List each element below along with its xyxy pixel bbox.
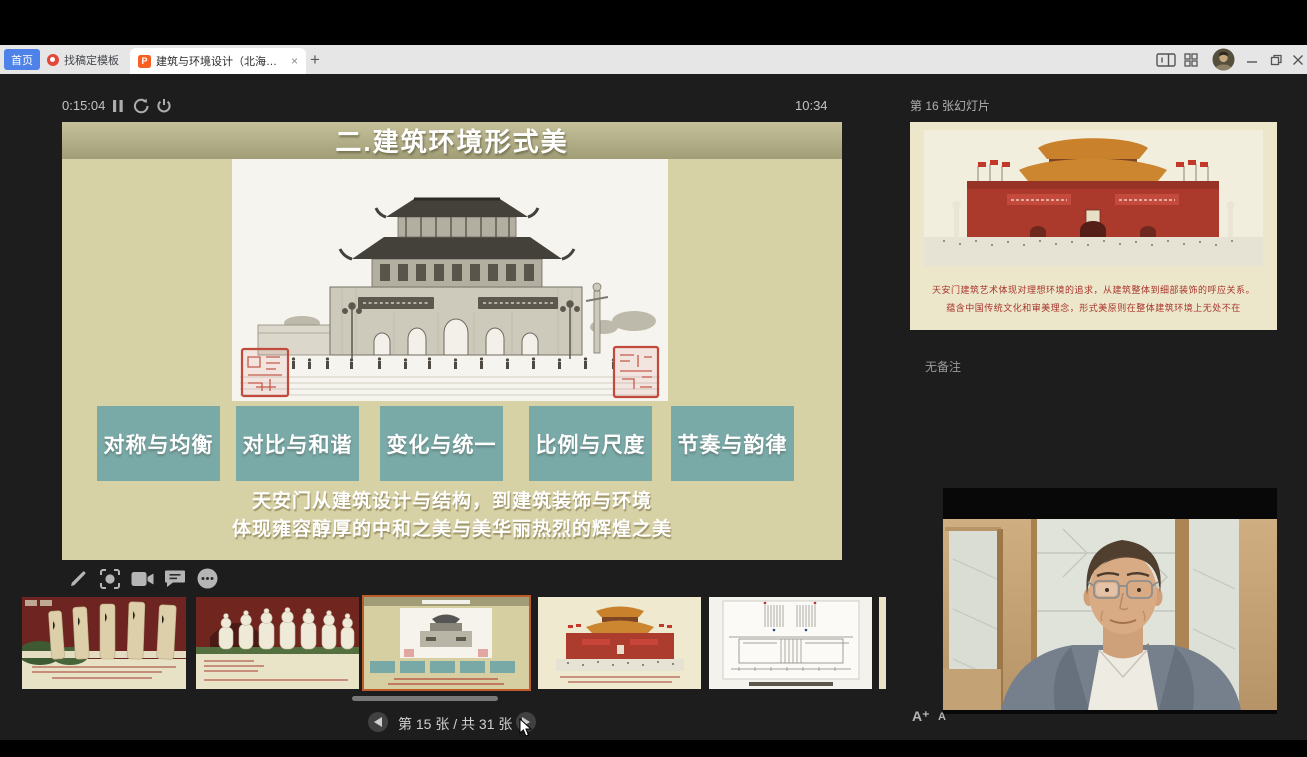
font-decrease-button[interactable]: A [938, 711, 946, 723]
tab-document-label: 建筑与环境设计（北海）(2).pptx [156, 53, 286, 69]
grid-view-icon[interactable] [1184, 45, 1198, 74]
slide-canvas[interactable]: 二.建筑环境形式美 [62, 122, 842, 560]
slide-keyword-proportion: 比例与尺度 [529, 406, 652, 481]
tab-document[interactable]: P 建筑与环境设计（北海）(2).pptx × [130, 48, 306, 74]
end-show-power-button[interactable] [156, 98, 172, 114]
restore-button[interactable] [1270, 45, 1282, 74]
slide-keyword-variation: 变化与统一 [380, 406, 503, 481]
thumbnail-slide-13[interactable] [22, 597, 186, 689]
thumbnail-slide-14[interactable] [196, 597, 359, 689]
slide-keyword-contrast: 对比与和谐 [236, 406, 359, 481]
more-tools-button[interactable] [197, 568, 218, 589]
camera-button[interactable] [131, 571, 154, 587]
screen: 首页 找稿定模板 P 建筑与环境设计（北海）(2).pptx × + [0, 0, 1307, 757]
prev-slide-button[interactable] [368, 712, 388, 732]
slide-keyword-symmetry: 对称与均衡 [97, 406, 220, 481]
next-slide-caption-line1: 天安门建筑艺术体现对理想环境的追求，从建筑整体到细部装饰的呼应关系。 [910, 283, 1277, 296]
side-panel-icon[interactable] [1156, 45, 1176, 74]
timer-label: 0:15:04 [62, 98, 105, 113]
slide-keyword-rhythm: 节奏与韵律 [671, 406, 794, 481]
pause-timer-button[interactable] [112, 99, 124, 113]
tab-template-label: 找稿定模板 [64, 52, 119, 68]
next-slide-photo [910, 122, 1277, 272]
thumbnail-slide-17[interactable] [709, 597, 872, 689]
thumbnail-slide-16[interactable] [538, 597, 701, 689]
filmstrip-scrollbar[interactable] [352, 696, 498, 701]
tab-home-label: 首页 [11, 52, 33, 68]
reset-timer-button[interactable] [133, 98, 150, 114]
font-increase-button[interactable]: A⁺ [912, 708, 930, 725]
next-slide-header: 第 16 张幻灯片 [910, 97, 990, 114]
thumbnail-slide-15-selected[interactable] [364, 597, 529, 689]
tab-bar: 首页 找稿定模板 P 建筑与环境设计（北海）(2).pptx × + [0, 45, 1307, 74]
slide-title: 二.建筑环境形式美 [62, 122, 842, 159]
webcam-video [943, 488, 1277, 714]
tab-template[interactable]: 找稿定模板 [47, 49, 131, 70]
tab-home[interactable]: 首页 [4, 49, 40, 70]
laser-pointer-button[interactable] [99, 568, 121, 590]
clock-label: 10:34 [795, 98, 828, 113]
thumbnail-slide-18-partial[interactable] [879, 597, 886, 689]
account-avatar[interactable] [1212, 45, 1235, 74]
slide-position-label: 第 15 张 / 共 31 张 [398, 714, 512, 734]
next-slide-preview[interactable]: 天安门建筑艺术体现对理想环境的追求，从建筑整体到细部装饰的呼应关系。 蕴含中国传… [910, 122, 1277, 330]
mouse-cursor [519, 718, 532, 737]
tab-close-icon[interactable]: × [291, 55, 298, 67]
notes-empty-label: 无备注 [925, 358, 961, 375]
new-tab-button[interactable]: + [310, 49, 320, 70]
comment-button[interactable] [164, 569, 186, 588]
wps-presentation-icon: P [138, 55, 151, 68]
pen-tool-button[interactable] [68, 569, 88, 589]
presenter-person [943, 519, 1277, 710]
close-button[interactable] [1292, 45, 1304, 74]
slide-caption-line2: 体现雍容醇厚的中和之美与美华丽热烈的辉煌之美 [62, 514, 842, 541]
next-slide-caption-line2: 蕴含中国传统文化和审美理念，形式美原则在整体建筑环境上无处不在 [910, 301, 1277, 314]
minimize-button[interactable] [1246, 45, 1258, 74]
gaoding-logo-icon [47, 54, 59, 66]
tiananmen-engraving-image [232, 159, 668, 401]
presenter-view: 0:15:04 10:34 二.建筑环境形式美 [0, 74, 1307, 740]
slide-caption-line1: 天安门从建筑设计与结构，到建筑装饰与环境 [62, 486, 842, 513]
